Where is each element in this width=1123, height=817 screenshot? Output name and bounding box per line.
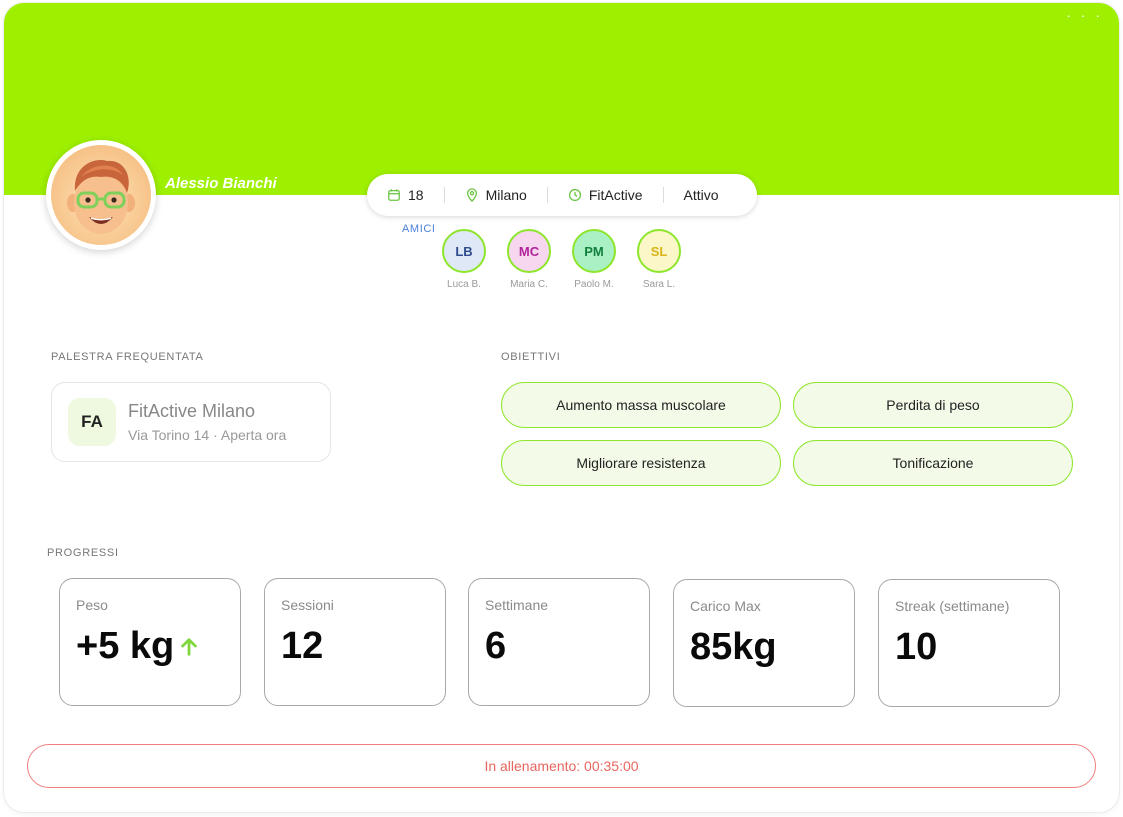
friends-label: AMICI [402, 223, 436, 235]
friends-list: LB Luca B. MC Maria C. PM Paolo M. SL Sa… [441, 229, 682, 290]
stat-card-weight: Peso +5 kg [59, 578, 241, 706]
friend-item[interactable]: SL Sara L. [636, 229, 682, 290]
friend-avatar: MC [507, 229, 551, 273]
stat-card-max-load: Carico Max 85kg [673, 579, 855, 707]
goals-grid: Aumento massa muscolare Perdita di peso … [501, 382, 1073, 486]
friend-name: Sara L. [642, 279, 676, 290]
goals-section-label: OBIETTIVI [501, 351, 561, 363]
gym-card[interactable]: FA FitActive Milano Via Torino 14 · Aper… [51, 382, 331, 462]
workout-timer-button[interactable]: In allenamento: 00:35:00 [27, 744, 1096, 788]
stat-card-sessions: Sessioni 12 [264, 578, 446, 706]
friend-item[interactable]: LB Luca B. [441, 229, 487, 290]
stat-value: 12 [281, 625, 324, 667]
goal-chip[interactable]: Perdita di peso [793, 382, 1073, 428]
calendar-icon [388, 189, 400, 201]
stat-value: 85kg [690, 626, 777, 668]
gym-item: FitActive [568, 187, 643, 203]
goal-chip[interactable]: Migliorare resistenza [501, 440, 781, 486]
more-dots-icon[interactable]: · · · [1066, 7, 1103, 23]
profile-banner [4, 3, 1119, 195]
gym-section-label: PALESTRA FREQUENTATA [51, 351, 204, 363]
stat-value: +5 kg [76, 625, 175, 667]
gym-text: FitActive Milano Via Torino 14 · Aperta … [128, 401, 286, 443]
location-pin-icon [466, 188, 477, 202]
profile-card: · · · Alessio Bianchi 18 Milano FitActiv… [4, 3, 1119, 812]
friend-avatar: LB [442, 229, 486, 273]
friend-item[interactable]: PM Paolo M. [571, 229, 617, 290]
memoji-avatar-icon [51, 145, 151, 245]
progress-section-label: PROGRESSI [47, 547, 119, 559]
gym-logo: FA [68, 398, 116, 446]
arrow-up-icon [181, 637, 198, 656]
stat-label: Sessioni [281, 597, 334, 613]
city-item: Milano [465, 187, 527, 203]
status-value: Attivo [683, 187, 719, 203]
friend-name: Paolo M. [574, 279, 614, 290]
gym-value: FitActive [588, 187, 643, 203]
stat-label: Streak (settimane) [895, 598, 1010, 614]
goal-chip[interactable]: Aumento massa muscolare [501, 382, 781, 428]
stat-label: Carico Max [690, 598, 761, 614]
stat-card-streak: Streak (settimane) 10 [878, 579, 1060, 707]
info-pill: 18 Milano FitActive Attivo [367, 174, 757, 216]
gym-name: FitActive Milano [128, 401, 256, 421]
stat-value: 6 [485, 625, 507, 667]
friend-avatar: PM [572, 229, 616, 273]
age-item: 18 [387, 187, 424, 203]
clock-icon [568, 188, 581, 202]
status-item: Attivo [684, 187, 719, 203]
gym-subtitle: Via Torino 14 · Aperta ora [128, 427, 287, 443]
stat-label: Peso [76, 597, 108, 613]
divider [546, 187, 548, 203]
avatar[interactable] [46, 140, 156, 250]
stat-value: 10 [895, 626, 938, 668]
stat-value-wrap: +5 kg [76, 625, 200, 668]
friend-name: Luca B. [447, 279, 481, 290]
user-name: Alessio Bianchi [165, 175, 277, 192]
divider [443, 187, 445, 203]
friend-item[interactable]: MC Maria C. [506, 229, 552, 290]
stat-card-weeks: Settimane 6 [468, 578, 650, 706]
friend-name: Maria C. [510, 279, 548, 290]
city-value: Milano [485, 187, 527, 203]
stat-label: Settimane [485, 597, 549, 613]
age-value: 18 [408, 187, 424, 203]
goal-chip[interactable]: Tonificazione [793, 440, 1073, 486]
friend-avatar: SL [637, 229, 681, 273]
divider [662, 187, 664, 203]
